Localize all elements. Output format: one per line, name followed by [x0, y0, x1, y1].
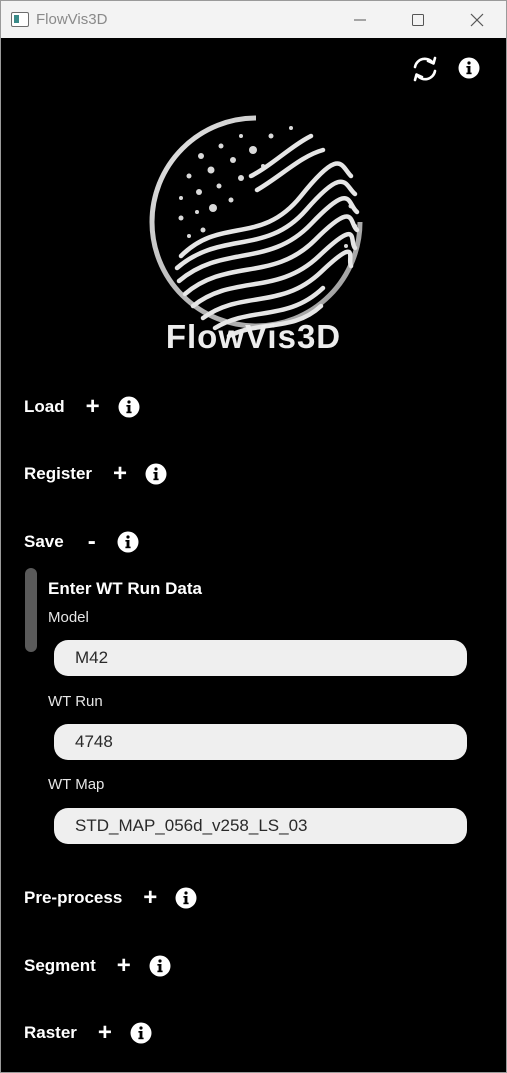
save-panel-title: Enter WT Run Data	[48, 579, 202, 598]
expand-button[interactable]: +	[113, 954, 135, 978]
info-icon[interactable]	[130, 1022, 152, 1044]
section-label: Register	[24, 464, 93, 483]
collapse-button[interactable]: -	[81, 530, 103, 554]
minimize-icon	[354, 19, 366, 20]
info-icon	[458, 57, 480, 79]
section-label: Load	[24, 397, 65, 416]
wt-map-label: WT Map	[48, 776, 105, 793]
section-label: Segment	[24, 956, 96, 975]
about-button[interactable]	[458, 57, 480, 84]
info-icon[interactable]	[118, 396, 140, 418]
close-button[interactable]	[452, 1, 502, 38]
info-icon[interactable]	[149, 955, 171, 977]
info-icon[interactable]	[145, 463, 167, 485]
expand-button[interactable]: +	[139, 886, 161, 910]
logo-wordmark: FlowVis3D	[165, 318, 342, 355]
model-label: Model	[48, 609, 89, 626]
app-icon	[11, 12, 29, 27]
title-bar[interactable]: FlowVis3D	[1, 1, 506, 38]
wt-map-field[interactable]	[54, 808, 467, 844]
section-raster[interactable]: Raster +	[24, 1018, 152, 1048]
refresh-icon	[413, 56, 437, 82]
section-label: Raster	[24, 1023, 77, 1042]
section-load[interactable]: Load +	[24, 392, 140, 422]
close-icon	[470, 13, 484, 26]
section-register[interactable]: Register +	[24, 459, 167, 489]
maximize-icon	[412, 13, 424, 26]
model-field[interactable]	[54, 640, 467, 676]
section-segment[interactable]: Segment +	[24, 951, 171, 981]
section-save[interactable]: Save -	[24, 527, 139, 557]
wt-run-field[interactable]	[54, 724, 467, 760]
wt-run-label: WT Run	[48, 693, 103, 710]
info-icon[interactable]	[175, 887, 197, 909]
maximize-button[interactable]	[393, 1, 443, 38]
app-window: FlowVis3D FlowVis3D Load + Register + Sa…	[0, 0, 507, 1073]
section-pre-process[interactable]: Pre-process +	[24, 883, 197, 913]
section-label: Pre-process	[24, 888, 123, 907]
expand-button[interactable]: +	[94, 1021, 116, 1045]
window-title: FlowVis3D	[36, 11, 108, 28]
expand-button[interactable]: +	[82, 395, 104, 419]
main-panel: FlowVis3D Load + Register + Save - Enter…	[1, 38, 506, 1072]
scrollbar-handle[interactable]	[25, 568, 37, 652]
expand-button[interactable]: +	[109, 462, 131, 486]
info-icon[interactable]	[117, 531, 139, 553]
section-label: Save	[24, 532, 64, 551]
minimize-button[interactable]	[335, 1, 385, 38]
refresh-button[interactable]	[410, 54, 440, 89]
